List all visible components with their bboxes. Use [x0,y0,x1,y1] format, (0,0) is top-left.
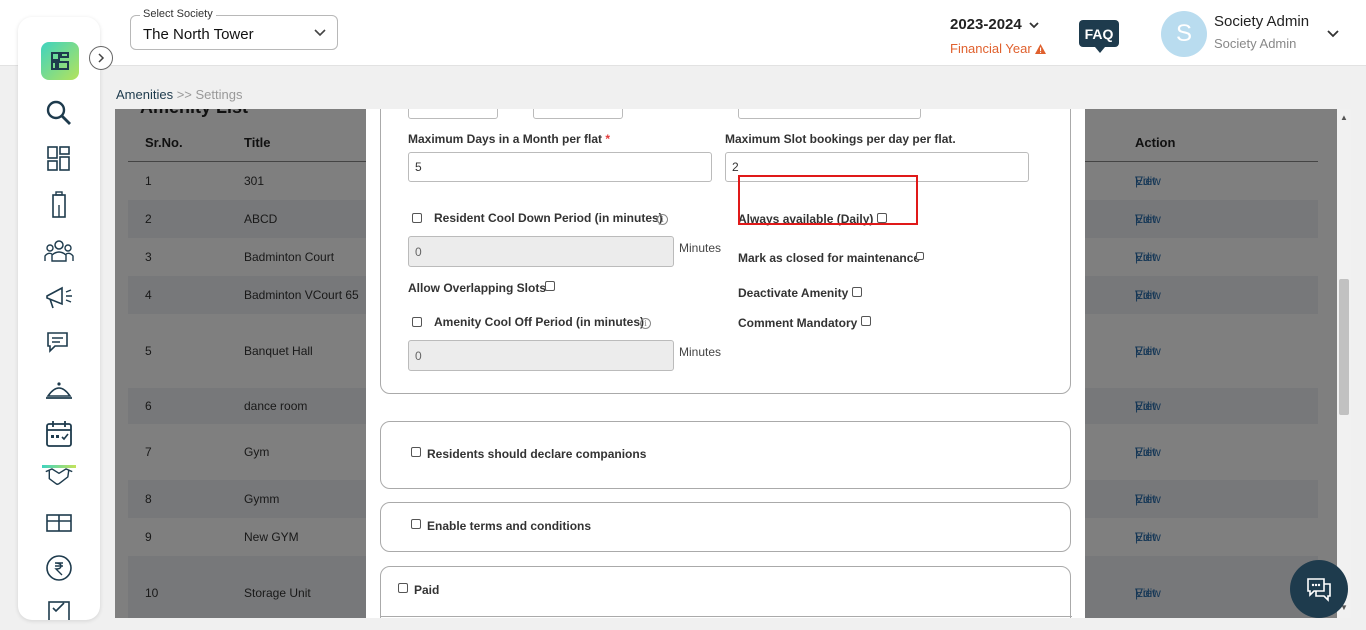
booking-rules-card: Maximum Days in a Month per flat * 5 Max… [380,109,1071,394]
breadcrumb-separator: >> [176,87,192,102]
top-header: Select Society The North Tower 2023-2024… [0,0,1366,66]
calendar-icon[interactable] [44,419,74,449]
paid-checkbox[interactable] [398,583,408,593]
society-select-value: The North Tower [143,26,254,43]
max-days-input[interactable]: 5 [408,152,712,182]
chat-support-icon [1307,578,1331,602]
companions-label: Residents should declare companions [427,447,647,461]
resident-cooldown-label: Resident Cool Down Period (in minutes) [434,211,663,225]
highlight-box [738,175,918,225]
terms-checkbox[interactable] [411,519,421,529]
resident-cooldown-input[interactable]: 0 [408,236,674,267]
search-icon[interactable] [44,98,74,128]
companions-checkbox[interactable] [411,447,421,457]
deactivate-checkbox[interactable] [852,287,862,297]
breadcrumb: Amenities >> Settings [116,87,243,102]
scrollbar-thumb[interactable] [1339,279,1349,415]
financial-year-selector[interactable]: 2023-2024 Financial Year [950,16,1047,56]
resident-cooldown-checkbox[interactable] [412,213,422,223]
minutes-unit: Minutes [679,241,722,255]
paid-divider [381,616,1072,617]
allow-overlap-label: Allow Overlapping Slots [408,281,547,295]
society-select-label: Select Society [140,8,216,20]
info-icon[interactable]: i [657,214,668,225]
sidebar [18,17,100,620]
dashboard-icon[interactable] [44,144,74,174]
paid-label: Paid [414,583,440,597]
amenity-cooloff-input[interactable]: 0 [408,340,674,371]
minutes-unit: Minutes [679,345,722,359]
breadcrumb-settings: Settings [195,87,243,102]
building-icon[interactable] [44,190,74,220]
info-icon[interactable]: i [640,318,651,329]
amenity-cooloff-label: Amenity Cool Off Period (in minutes) [434,315,645,329]
chevron-down-icon[interactable] [1326,26,1340,40]
mark-closed-checkbox[interactable] [916,252,924,260]
society-select[interactable]: Select Society The North Tower [130,8,338,50]
chevron-right-icon [98,53,105,63]
partial-input[interactable] [533,109,623,119]
avatar[interactable]: S [1161,11,1207,57]
comment-mandatory-checkbox[interactable] [861,316,871,326]
rupee-icon[interactable] [44,553,74,583]
announcement-icon[interactable] [44,282,74,312]
warning-icon [1035,44,1047,54]
max-slots-label: Maximum Slot bookings per day per flat. [725,132,956,146]
chevron-down-icon [1029,22,1039,29]
package-icon[interactable] [44,507,74,537]
chat-support-button[interactable] [1290,560,1348,618]
amenity-settings-modal: Maximum Days in a Month per flat * 5 Max… [366,109,1085,618]
logo-icon [51,52,69,70]
sidebar-toggle-button[interactable] [89,46,113,70]
user-name: Society Admin [1214,13,1310,30]
terms-card: Enable terms and conditions [380,502,1071,552]
user-role: Society Admin [1214,36,1297,51]
allow-overlap-checkbox[interactable] [545,281,555,291]
handshake-icon[interactable] [44,461,74,491]
app-logo[interactable] [41,42,79,80]
terms-label: Enable terms and conditions [427,519,592,533]
chevron-down-icon [314,29,326,37]
partial-input[interactable] [408,109,498,119]
companions-card: Residents should declare companions [380,421,1071,489]
partial-input[interactable] [738,109,921,119]
financial-year-value: 2023-2024 [950,16,1022,33]
comment-mandatory-label: Comment Mandatory [738,316,858,330]
mark-closed-label: Mark as closed for maintenance [738,251,921,265]
chat-icon[interactable] [44,328,74,358]
page-scrollbar[interactable]: ▲ ▼ [1337,109,1351,618]
checklist-icon[interactable] [44,597,74,620]
deactivate-label: Deactivate Amenity [738,286,849,300]
amenity-cooloff-checkbox[interactable] [412,317,422,327]
paid-card: Paid [380,566,1072,618]
scroll-up-arrow-icon[interactable]: ▲ [1340,113,1348,122]
user-menu[interactable]: Society Admin Society Admin [1214,13,1309,51]
max-days-label: Maximum Days in a Month per flat * [408,132,611,146]
breadcrumb-amenities[interactable]: Amenities [116,87,173,102]
service-icon[interactable] [44,374,74,404]
financial-year-label: Financial Year [950,41,1032,56]
people-icon[interactable] [44,236,74,266]
faq-button[interactable]: FAQ [1079,20,1119,53]
